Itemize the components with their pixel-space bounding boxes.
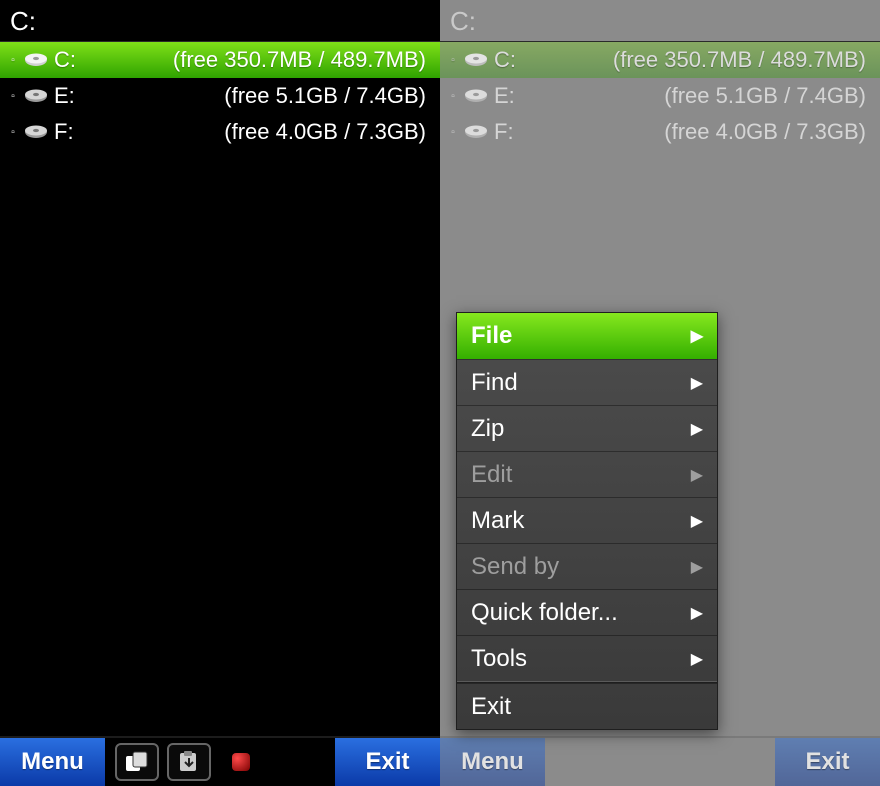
drive-icon: [24, 123, 48, 141]
copy-icon[interactable]: [115, 743, 159, 781]
menu-item-exit[interactable]: Exit: [457, 683, 717, 729]
submenu-arrow-icon: ▶: [691, 326, 703, 346]
menu-item-send-by: Send by ▶: [457, 543, 717, 589]
drive-free-space: (free 4.0GB / 7.3GB): [224, 119, 432, 145]
expand-marker-icon: ▫: [8, 127, 18, 137]
expand-marker-icon: ▫: [448, 91, 458, 101]
menu-item-label: Quick folder...: [471, 599, 618, 627]
menu-item-label: Exit: [471, 693, 511, 721]
menu-item-label: Find: [471, 369, 518, 397]
left-pane: C: ▫ C: (free 350.7MB / 489.7MB) ▫ E: (f…: [0, 0, 440, 786]
submenu-arrow-icon: ▶: [691, 603, 703, 623]
submenu-arrow-icon: ▶: [691, 649, 703, 669]
menu-item-file[interactable]: File ▶: [457, 313, 717, 359]
drive-list: ▫ C: (free 350.7MB / 489.7MB) ▫ E: (free…: [0, 42, 440, 736]
drive-free-space: (free 5.1GB / 7.4GB): [224, 83, 432, 109]
path-header: C:: [440, 0, 880, 42]
drive-icon: [24, 51, 48, 69]
menu-softkey[interactable]: Menu: [0, 738, 105, 786]
right-pane: C: ▫ C: (free 350.7MB / 489.7MB) ▫ E: (f…: [440, 0, 880, 786]
drive-letter: E:: [54, 83, 90, 109]
drive-row[interactable]: ▫ E: (free 5.1GB / 7.4GB): [440, 78, 880, 114]
menu-item-label: Mark: [471, 507, 524, 535]
drive-icon: [464, 51, 488, 69]
bottom-bar: Menu Exit: [0, 736, 440, 786]
submenu-arrow-icon: ▶: [691, 373, 703, 393]
menu-item-zip[interactable]: Zip ▶: [457, 405, 717, 451]
drive-row[interactable]: ▫ E: (free 5.1GB / 7.4GB): [0, 78, 440, 114]
drive-free-space: (free 350.7MB / 489.7MB): [173, 47, 432, 73]
menu-item-edit: Edit ▶: [457, 451, 717, 497]
menu-item-tools[interactable]: Tools ▶: [457, 635, 717, 681]
drive-letter: C:: [494, 47, 530, 73]
menu-item-label: File: [471, 322, 512, 350]
menu-item-label: Zip: [471, 415, 504, 443]
menu-softkey[interactable]: Menu: [440, 738, 545, 786]
drive-letter: E:: [494, 83, 530, 109]
expand-marker-icon: ▫: [8, 91, 18, 101]
drive-icon: [24, 87, 48, 105]
submenu-arrow-icon: ▶: [691, 557, 703, 577]
paste-icon[interactable]: [167, 743, 211, 781]
expand-marker-icon: ▫: [8, 55, 18, 65]
menu-item-label: Send by: [471, 553, 559, 581]
drive-row[interactable]: ▫ C: (free 350.7MB / 489.7MB): [440, 42, 880, 78]
drive-row[interactable]: ▫ F: (free 4.0GB / 7.3GB): [440, 114, 880, 150]
exit-softkey[interactable]: Exit: [335, 738, 440, 786]
path-header: C:: [0, 0, 440, 42]
drive-free-space: (free 5.1GB / 7.4GB): [664, 83, 872, 109]
submenu-arrow-icon: ▶: [691, 465, 703, 485]
drive-free-space: (free 350.7MB / 489.7MB): [613, 47, 872, 73]
drive-letter: C:: [54, 47, 90, 73]
drive-row[interactable]: ▫ F: (free 4.0GB / 7.3GB): [0, 114, 440, 150]
bottom-bar: Menu Exit: [440, 736, 880, 786]
menu-item-label: Tools: [471, 645, 527, 673]
expand-marker-icon: ▫: [448, 55, 458, 65]
drive-letter: F:: [494, 119, 530, 145]
drive-row[interactable]: ▫ C: (free 350.7MB / 489.7MB): [0, 42, 440, 78]
drive-icon: [464, 87, 488, 105]
exit-softkey[interactable]: Exit: [775, 738, 880, 786]
menu-item-mark[interactable]: Mark ▶: [457, 497, 717, 543]
toolbar-icons: [105, 738, 273, 786]
submenu-arrow-icon: ▶: [691, 419, 703, 439]
expand-marker-icon: ▫: [448, 127, 458, 137]
record-icon[interactable]: [219, 743, 263, 781]
context-menu: File ▶ Find ▶ Zip ▶ Edit ▶ Mark ▶ Send b…: [456, 312, 718, 730]
menu-item-quick-folder[interactable]: Quick folder... ▶: [457, 589, 717, 635]
drive-icon: [464, 123, 488, 141]
drive-free-space: (free 4.0GB / 7.3GB): [664, 119, 872, 145]
menu-item-find[interactable]: Find ▶: [457, 359, 717, 405]
menu-item-label: Edit: [471, 461, 512, 489]
drive-letter: F:: [54, 119, 90, 145]
submenu-arrow-icon: ▶: [691, 511, 703, 531]
